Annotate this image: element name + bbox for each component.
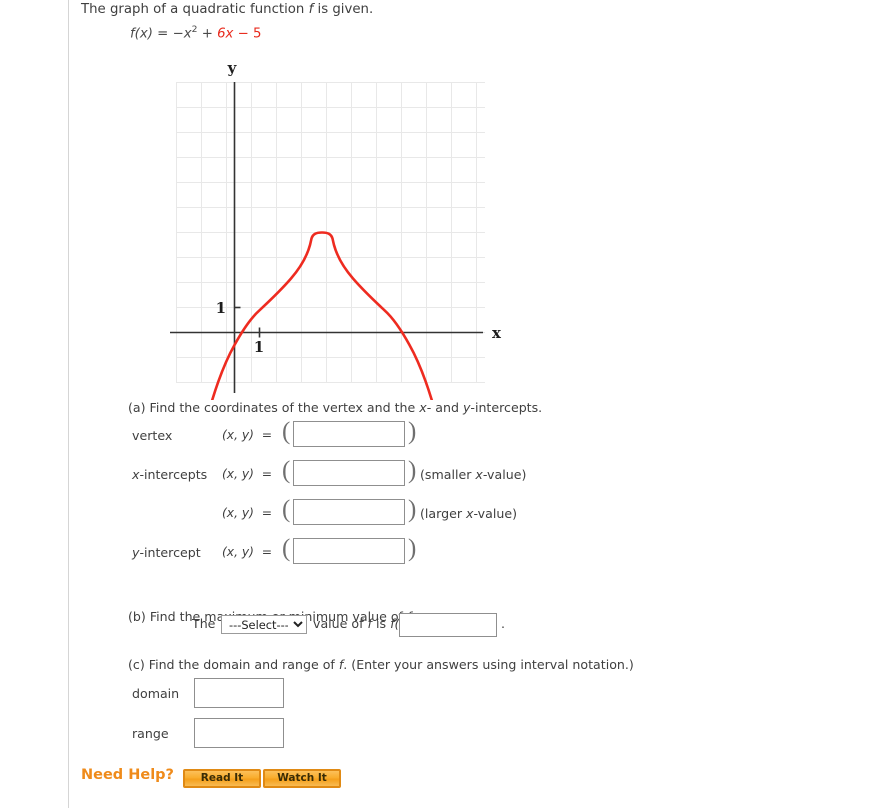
- vertex-close-paren: ): [408, 418, 417, 445]
- part-a-heading: (a) Find the coordinates of the vertex a…: [128, 400, 542, 415]
- x-intercept-small-open-paren: (: [282, 457, 291, 484]
- x-intercepts-label-text: -intercepts: [139, 467, 208, 482]
- part-b-period: .: [501, 616, 506, 631]
- formula-minus2: −: [237, 26, 249, 42]
- problem-statement: The graph of a quadratic function f is g…: [81, 2, 373, 17]
- x-intercept-small-xy: (x, y): [222, 467, 254, 481]
- part-c-heading: (c) Find the domain and range of f. (Ent…: [128, 657, 634, 672]
- x-intercept-large-xy: (x, y): [222, 506, 254, 520]
- problem-statement-pre: The graph of a quadratic function: [81, 2, 309, 17]
- part-b-value-of: value of: [313, 616, 368, 631]
- min-max-select[interactable]: ---Select--- maximum minimum: [221, 615, 307, 634]
- x-intercept-small-xy-equals: (x, y) =: [222, 467, 272, 481]
- part-a-heading-x: x: [419, 400, 427, 415]
- formula-term3: 5: [253, 26, 262, 42]
- domain-input[interactable]: [194, 678, 284, 708]
- smaller-note-x: x: [475, 467, 483, 482]
- watch-it-button[interactable]: Watch It: [263, 769, 341, 788]
- y-intercept-label: y-intercept: [132, 545, 201, 560]
- formula-equals: =: [157, 26, 169, 42]
- graph-gridlines: [176, 82, 485, 383]
- larger-x-value-note: (larger x-value): [420, 506, 517, 521]
- vertex-open-paren: (: [282, 418, 291, 445]
- x-tick-label-1: 1: [254, 338, 264, 356]
- formula-exponent: 2: [191, 24, 198, 35]
- vertex-equals: =: [261, 428, 273, 442]
- x-intercept-large-close-paren: ): [408, 496, 417, 523]
- part-b-the-label: The: [192, 616, 216, 631]
- x-intercept-small-close-paren: ): [408, 457, 417, 484]
- y-intercept-close-paren: ): [408, 535, 417, 562]
- y-intercept-xy-equals: (x, y) =: [222, 545, 272, 559]
- vertex-label-text: vertex: [132, 428, 173, 443]
- larger-note-pre: (larger: [420, 506, 467, 521]
- parabola-graph: y x 1 1: [170, 55, 600, 400]
- vertex-label: vertex: [132, 428, 172, 443]
- y-intercept-equals: =: [261, 545, 273, 559]
- formula-lhs: f(x): [130, 26, 153, 42]
- formula-term2: 6x: [217, 26, 234, 42]
- function-formula: f(x) = −x2 + 6x − 5: [130, 24, 262, 41]
- y-intercept-label-text: -intercept: [139, 545, 201, 560]
- formula-minus: −: [172, 26, 184, 42]
- exercise-content: The graph of a quadratic function f is g…: [70, 0, 892, 808]
- part-b-is: is: [371, 616, 391, 631]
- x-intercepts-label: x-intercepts: [132, 467, 207, 482]
- y-axis-label: y: [227, 59, 238, 77]
- exercise-page: The graph of a quadratic function f is g…: [0, 0, 892, 808]
- x-axis-label: x: [492, 324, 502, 342]
- smaller-x-value-note: (smaller x-value): [420, 467, 526, 482]
- part-c-heading-pre: (c) Find the domain and range of: [128, 657, 339, 672]
- part-c-heading-post: . (Enter your answers using interval not…: [343, 657, 634, 672]
- x-intercept-smaller-input[interactable]: [293, 460, 405, 486]
- y-intercept-open-paren: (: [282, 535, 291, 562]
- smaller-note-post: -value): [482, 467, 527, 482]
- part-a-heading-pre: (a) Find the coordinates of the vertex a…: [128, 400, 420, 415]
- y-tick-label-1: 1: [216, 299, 226, 317]
- graph-svg: y x 1 1: [170, 59, 502, 400]
- problem-statement-post: is given.: [313, 2, 374, 17]
- part-b-answer-input[interactable]: [399, 613, 497, 637]
- left-rail: [0, 0, 69, 808]
- vertex-input[interactable]: [293, 421, 405, 447]
- vertex-xy-equals: (x, y) =: [222, 428, 272, 442]
- part-b-the-word: The: [192, 616, 215, 631]
- formula-plus: +: [201, 26, 213, 42]
- x-intercept-large-xy-equals: (x, y) =: [222, 506, 272, 520]
- vertex-xy: (x, y): [222, 428, 254, 442]
- x-intercept-large-equals: =: [261, 506, 273, 520]
- read-it-button[interactable]: Read It: [183, 769, 261, 788]
- y-intercept-xy: (x, y): [222, 545, 254, 559]
- formula-x: x: [183, 26, 192, 42]
- domain-label: domain: [132, 686, 180, 701]
- x-intercept-larger-input[interactable]: [293, 499, 405, 525]
- x-intercept-small-equals: =: [261, 467, 273, 481]
- x-intercept-large-open-paren: (: [282, 496, 291, 523]
- range-input[interactable]: [194, 718, 284, 748]
- y-intercept-input[interactable]: [293, 538, 405, 564]
- part-a-heading-mid: - and: [426, 400, 463, 415]
- range-label: range: [132, 726, 169, 741]
- need-help-label: Need Help?: [81, 767, 174, 783]
- smaller-note-pre: (smaller: [420, 467, 476, 482]
- larger-note-post: -value): [473, 506, 517, 521]
- part-a-heading-post: -intercepts.: [470, 400, 543, 415]
